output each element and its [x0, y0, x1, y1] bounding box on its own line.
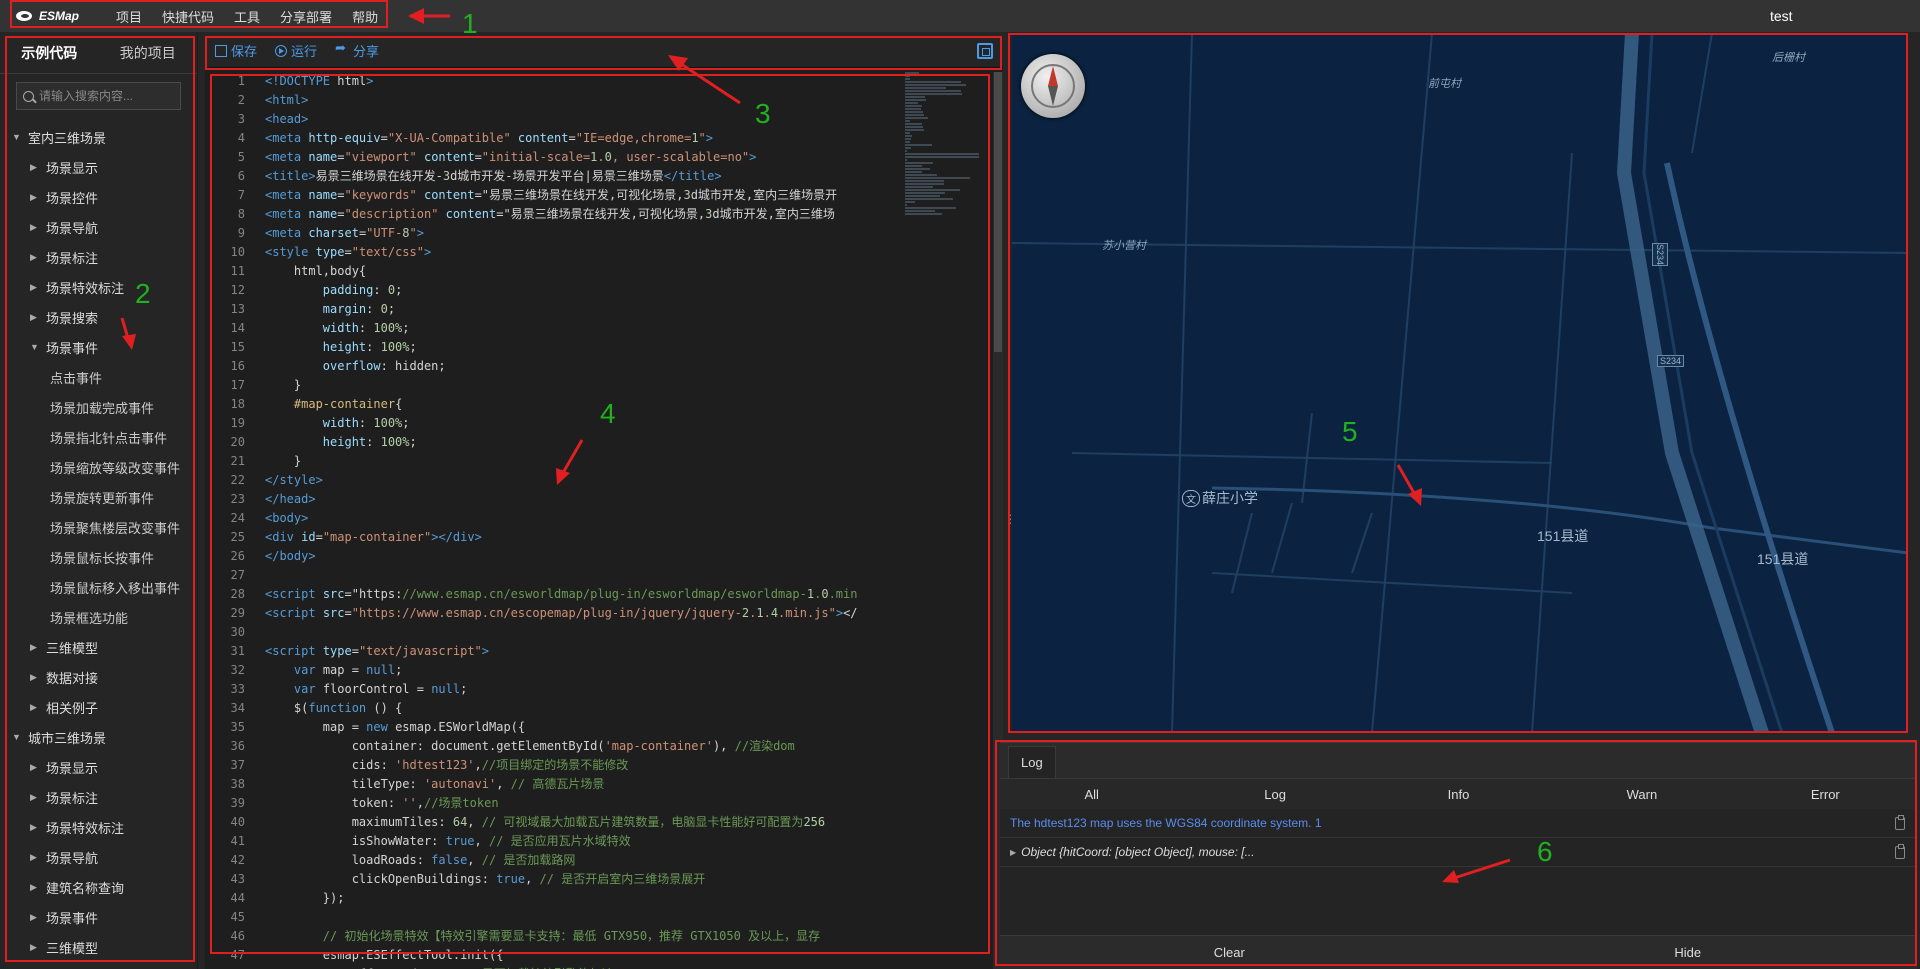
annotation-arrows [120, 8, 1511, 883]
